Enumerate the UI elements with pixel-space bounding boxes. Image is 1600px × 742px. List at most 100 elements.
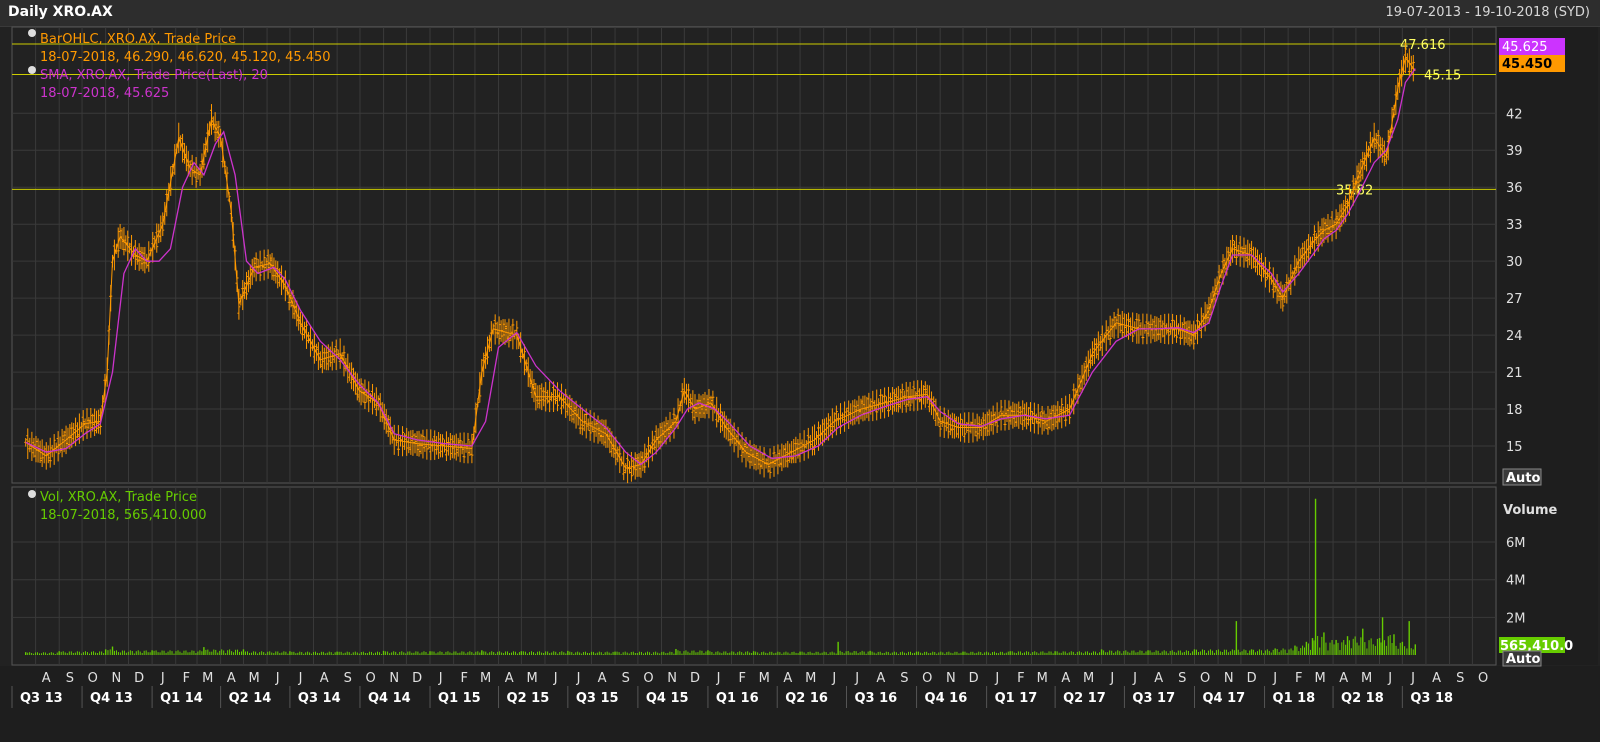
month-tick-label: S bbox=[66, 671, 74, 686]
quarter-tick-label: Q3 17 bbox=[1132, 691, 1175, 706]
quarter-tick-label: Q3 14 bbox=[298, 691, 341, 706]
month-tick-label: A bbox=[783, 671, 792, 686]
price-tick-label: 39 bbox=[1506, 144, 1523, 159]
month-tick-label: S bbox=[1456, 671, 1464, 686]
legend-ohlc-values: 18-07-2018, 46.290, 46.620, 45.120, 45.4… bbox=[40, 50, 331, 65]
price-tick-label: 24 bbox=[1506, 329, 1523, 344]
month-tick-label: F bbox=[1017, 671, 1024, 686]
quarter-tick-label: Q3 16 bbox=[855, 691, 898, 706]
month-tick-label: J bbox=[553, 671, 558, 686]
quarter-tick-label: Q4 14 bbox=[368, 691, 411, 706]
month-tick-label: A bbox=[42, 671, 51, 686]
month-tick-label: J bbox=[576, 671, 581, 686]
month-tick-label: A bbox=[1432, 671, 1441, 686]
legend-sma-label: SMA, XRO.AX, Trade Price(Last), 20 bbox=[40, 68, 268, 83]
quarter-tick-label: Q4 15 bbox=[646, 691, 689, 706]
reference-line-label: 45.15 bbox=[1424, 68, 1461, 83]
price-tick-label: 15 bbox=[1506, 440, 1523, 455]
quarter-tick-label: Q1 18 bbox=[1273, 691, 1316, 706]
quarter-tick-label: Q2 18 bbox=[1341, 691, 1384, 706]
month-tick-label: N bbox=[1224, 671, 1234, 686]
month-tick-label: J bbox=[831, 671, 836, 686]
month-tick-label: A bbox=[227, 671, 236, 686]
month-tick-label: J bbox=[1109, 671, 1114, 686]
price-badge: 45.450 bbox=[1502, 57, 1552, 72]
volume-tick-label: 2M bbox=[1506, 611, 1526, 626]
legend-ohlc-icon[interactable] bbox=[28, 29, 36, 37]
month-tick-label: J bbox=[1410, 671, 1415, 686]
month-tick-label: D bbox=[1247, 671, 1257, 686]
volume-tick-label: 6M bbox=[1506, 536, 1526, 551]
month-tick-label: M bbox=[480, 671, 491, 686]
month-tick-label: J bbox=[1272, 671, 1277, 686]
month-tick-label: M bbox=[249, 671, 260, 686]
price-auto-button[interactable]: Auto bbox=[1506, 471, 1541, 486]
reference-line-label: 47.616 bbox=[1400, 38, 1446, 53]
month-tick-label: J bbox=[1387, 671, 1392, 686]
month-tick-label: O bbox=[366, 671, 376, 686]
month-tick-label: M bbox=[202, 671, 213, 686]
quarter-tick-label: Q1 16 bbox=[716, 691, 759, 706]
month-tick-label: J bbox=[994, 671, 999, 686]
month-tick-label: F bbox=[183, 671, 190, 686]
month-tick-label: N bbox=[667, 671, 677, 686]
quarter-tick-label: Q3 13 bbox=[20, 691, 63, 706]
price-tick-label: 21 bbox=[1506, 366, 1523, 381]
legend-volume-label: Vol, XRO.AX, Trade Price bbox=[40, 490, 197, 505]
month-tick-label: D bbox=[412, 671, 422, 686]
month-tick-label: N bbox=[946, 671, 956, 686]
legend-sma-icon[interactable] bbox=[28, 66, 36, 74]
month-tick-label: M bbox=[1315, 671, 1326, 686]
quarter-tick-label: Q1 14 bbox=[160, 691, 203, 706]
month-tick-label: N bbox=[389, 671, 399, 686]
legend-ohlc-label: BarOHLC, XRO.AX, Trade Price bbox=[40, 32, 236, 47]
month-tick-label: J bbox=[160, 671, 165, 686]
month-tick-label: D bbox=[969, 671, 979, 686]
price-volume-chart[interactable]: 47.61645.1535.82 15182124273033363942 2M… bbox=[0, 0, 1600, 742]
chart-window: Daily XRO.AX 19-07-2013 - 19-10-2018 (SY… bbox=[0, 0, 1600, 742]
month-tick-label: A bbox=[598, 671, 607, 686]
month-tick-label: F bbox=[461, 671, 468, 686]
month-tick-label: D bbox=[690, 671, 700, 686]
month-tick-label: S bbox=[344, 671, 352, 686]
quarter-tick-label: Q3 15 bbox=[576, 691, 619, 706]
price-tick-label: 18 bbox=[1506, 403, 1523, 418]
quarter-tick-label: Q2 14 bbox=[229, 691, 272, 706]
month-tick-label: J bbox=[298, 671, 303, 686]
month-tick-label: M bbox=[526, 671, 537, 686]
volume-axis-title: Volume bbox=[1503, 503, 1558, 518]
month-tick-label: M bbox=[1361, 671, 1372, 686]
month-tick-label: J bbox=[716, 671, 721, 686]
month-tick-label: M bbox=[805, 671, 816, 686]
month-tick-label: A bbox=[876, 671, 885, 686]
month-tick-label: A bbox=[320, 671, 329, 686]
month-tick-label: A bbox=[1339, 671, 1348, 686]
quarter-tick-label: Q1 17 bbox=[995, 691, 1038, 706]
month-tick-label: O bbox=[1478, 671, 1488, 686]
month-tick-label: M bbox=[759, 671, 770, 686]
month-tick-label: A bbox=[505, 671, 514, 686]
sma-badge: 45.625 bbox=[1502, 40, 1548, 55]
quarter-tick-label: Q4 16 bbox=[925, 691, 968, 706]
volume-y-axis: 2M 4M 6M bbox=[1506, 536, 1526, 626]
quarter-tick-label: Q4 17 bbox=[1202, 691, 1245, 706]
price-tick-label: 27 bbox=[1506, 292, 1523, 307]
price-tick-label: 30 bbox=[1506, 255, 1523, 270]
month-tick-label: O bbox=[922, 671, 932, 686]
price-tick-label: 33 bbox=[1506, 218, 1523, 233]
quarter-tick-label: Q2 17 bbox=[1063, 691, 1106, 706]
month-tick-label: O bbox=[1200, 671, 1210, 686]
month-tick-label: A bbox=[1154, 671, 1163, 686]
legend-volume-icon[interactable] bbox=[28, 490, 36, 498]
month-tick-label: S bbox=[900, 671, 908, 686]
month-tick-label: J bbox=[275, 671, 280, 686]
quarter-tick-label: Q4 13 bbox=[90, 691, 133, 706]
volume-auto-button[interactable]: Auto bbox=[1506, 652, 1541, 667]
price-tick-label: 42 bbox=[1506, 107, 1523, 122]
month-tick-label: O bbox=[643, 671, 653, 686]
price-tick-label: 36 bbox=[1506, 181, 1523, 196]
month-tick-label: N bbox=[111, 671, 121, 686]
month-tick-label: S bbox=[622, 671, 630, 686]
month-tick-label: J bbox=[438, 671, 443, 686]
quarter-tick-label: Q2 15 bbox=[507, 691, 550, 706]
